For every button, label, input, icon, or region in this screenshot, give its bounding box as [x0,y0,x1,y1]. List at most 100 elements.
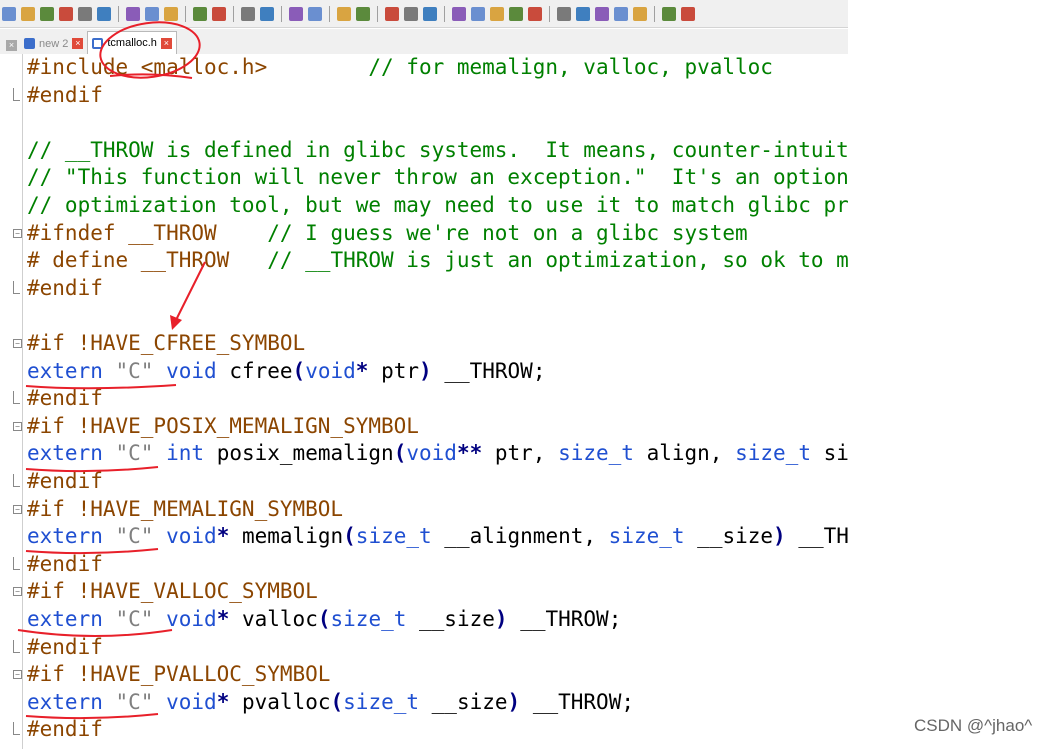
code-line[interactable]: # define __THROW // __THROW is just an o… [27,247,848,274]
code-line[interactable]: extern "C" int posix_memalign(void** ptr… [27,440,848,467]
print-icon[interactable] [126,6,140,21]
fold-toggle-icon[interactable]: − [13,504,22,514]
close-all-icon[interactable]: × [6,40,17,51]
copy-icon[interactable] [164,6,178,21]
code-token: cfree [216,358,293,383]
tab-new-2[interactable]: new 2 × [20,33,87,54]
code-editor[interactable]: #include <malloc.h> // for memalign, val… [0,54,848,749]
save-macro-icon[interactable] [662,6,676,21]
code-line[interactable]: #if !HAVE_CFREE_SYMBOL [27,330,305,357]
doc-map-icon[interactable] [490,6,504,21]
fold-toggle-icon[interactable]: − [13,228,22,238]
code-token: __size [684,524,774,549]
fold-toggle-icon[interactable]: − [13,339,22,348]
code-line[interactable]: #include <malloc.h> // for memalign, val… [27,54,773,81]
code-line[interactable]: // "This function will never throw an ex… [27,164,848,191]
code-token: posix_memalign [204,441,394,466]
open-icon[interactable] [21,6,35,21]
folder-workspace-icon[interactable] [528,6,542,21]
udl-icon[interactable] [471,6,485,21]
play-icon[interactable] [614,6,628,21]
code-token: __THROW; [520,689,634,714]
code-token: #if !HAVE_CFREE_SYMBOL [27,331,306,355]
save-all-icon[interactable] [59,6,73,21]
sync-h-icon[interactable] [385,6,399,21]
all-chars-icon[interactable] [423,6,437,21]
replace-icon[interactable] [289,6,303,21]
code-line[interactable]: #endif [27,468,103,495]
wrap-icon[interactable] [404,6,418,21]
fold-end-marker [13,639,20,653]
code-token: size_t [343,689,420,714]
toolbar-separator [233,5,234,22]
code-line[interactable]: #if !HAVE_MEMALIGN_SYMBOL [27,496,343,523]
code-line[interactable]: #if !HAVE_POSIX_MEMALIGN_SYMBOL [27,413,419,440]
code-token: #endif [27,82,103,107]
code-token: pvalloc [229,689,331,714]
code-line[interactable]: #endif [27,275,103,302]
code-token: ( [292,358,306,383]
tab-tcmalloc-h[interactable]: tcmalloc.h × [87,31,177,54]
code-token: ( [343,524,356,549]
code-line[interactable]: #endif [27,82,103,109]
zoom-out-icon[interactable] [337,6,351,21]
code-line[interactable]: extern "C" void* valloc(size_t __size) _… [27,606,621,633]
code-token: size_t [330,607,407,631]
code-line[interactable]: extern "C" void cfree(void* ptr) __THROW… [27,358,545,385]
cut-icon[interactable] [145,6,159,21]
find-icon[interactable] [260,6,274,21]
fold-toggle-icon[interactable]: − [13,670,22,680]
code-line[interactable]: #ifndef __THROW // I guess we're not on … [27,220,748,247]
code-line[interactable]: #if !HAVE_VALLOC_SYMBOL [27,578,318,605]
code-line[interactable]: #endif [27,551,103,578]
code-token: align, [633,441,736,466]
code-token: #if !HAVE_MEMALIGN_SYMBOL [27,496,344,521]
code-token: valloc [229,607,318,631]
code-line[interactable]: #if !HAVE_PVALLOC_SYMBOL [27,661,330,688]
zoom-in-icon[interactable] [308,6,322,21]
monitor-icon[interactable] [557,6,571,21]
code-token: #if !HAVE_POSIX_MEMALIGN_SYMBOL [27,413,419,438]
save-icon[interactable] [40,6,54,21]
fold-toggle-icon[interactable]: − [13,421,22,431]
undo-icon[interactable] [212,6,226,21]
indent-guide-icon[interactable] [452,6,466,21]
redo-icon[interactable] [241,6,255,21]
fold-toggle-icon[interactable]: − [13,587,22,597]
code-token: void [166,524,217,549]
fold-margin-rule [22,54,23,749]
stop-icon[interactable] [595,6,609,21]
close-icon[interactable]: × [72,38,84,49]
code-token: extern [27,607,103,631]
close-icon[interactable] [78,6,92,21]
code-line[interactable]: #endif [27,716,103,743]
close-icon[interactable]: × [160,37,172,49]
code-token: memalign [229,524,344,549]
code-token: #if !HAVE_VALLOC_SYMBOL [27,579,318,604]
new-file-icon[interactable] [2,6,16,21]
toolbar-separator [281,5,282,22]
code-line[interactable]: // __THROW is defined in glibc systems. … [27,137,848,164]
record-icon[interactable] [576,6,590,21]
code-line[interactable]: #endif [27,385,103,412]
func-list-icon[interactable] [509,6,523,21]
paste-icon[interactable] [193,6,207,21]
sync-v-icon[interactable] [356,6,370,21]
code-token: ( [393,441,407,466]
watermark: CSDN @^jhao^ [914,716,1033,735]
code-line[interactable]: extern "C" void* pvalloc(size_t __size) … [27,689,634,716]
code-line[interactable]: extern "C" void* memalign(size_t __align… [27,523,848,550]
code-line[interactable]: // optimization tool, but we may need to… [27,192,848,219]
spellcheck-icon[interactable] [681,6,695,21]
code-line[interactable]: #endif [27,634,103,661]
fold-end-marker [13,87,20,101]
close-all-icon[interactable] [97,6,111,21]
play-multi-icon[interactable] [633,6,647,21]
code-token: int [166,441,205,466]
